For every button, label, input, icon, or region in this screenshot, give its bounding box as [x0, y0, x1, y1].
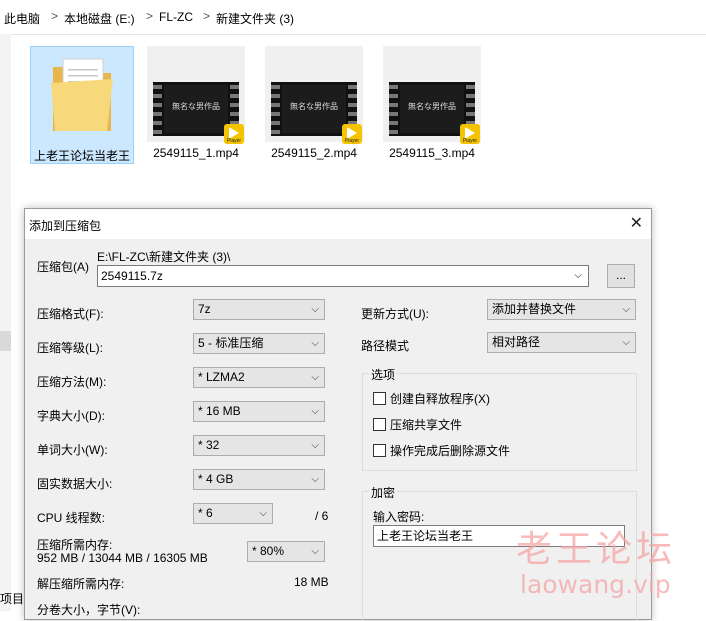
memory-detail: 952 MB / 13044 MB / 16305 MB	[37, 551, 208, 565]
level-label: 压缩等级(L):	[37, 341, 104, 355]
folder-icon	[51, 58, 113, 131]
file-name: 上老王论坛当老王	[33, 149, 130, 163]
shared-files-checkbox-label: 压缩共享文件	[390, 418, 463, 432]
chevron-down-icon: ⌵	[311, 440, 319, 451]
chevron-down-icon: ⌵	[311, 406, 319, 417]
dict-value: * 16 MB	[198, 404, 241, 418]
chevron-down-icon[interactable]: ⌵	[574, 266, 582, 286]
solid-label: 固实数据大小:	[37, 477, 113, 491]
options-group: 选项 创建自释放程序(X) 压缩共享文件 操作完成后删除源文件	[362, 366, 637, 471]
checkbox-icon	[373, 418, 386, 431]
sfx-checkbox[interactable]: 创建自释放程序(X)	[373, 390, 490, 407]
path-mode-label: 路径模式	[361, 339, 410, 353]
level-select[interactable]: 5 - 标准压缩 ⌵	[193, 333, 325, 354]
update-mode-label: 更新方式(U):	[361, 307, 429, 321]
dict-select[interactable]: * 16 MB ⌵	[193, 401, 325, 422]
memory-usage-select[interactable]: * 80% ⌵	[247, 541, 325, 562]
breadcrumb-separator: >	[203, 9, 211, 23]
threads-label: CPU 线程数:	[37, 511, 106, 525]
memory-usage-value: * 80%	[252, 544, 285, 558]
chevron-down-icon: ⌵	[622, 337, 630, 348]
method-value: * LZMA2	[198, 370, 245, 384]
update-mode-select[interactable]: 添加并替换文件 ⌵	[487, 299, 636, 320]
word-select[interactable]: * 32 ⌵	[193, 435, 325, 456]
password-label: 输入密码:	[373, 510, 425, 524]
chevron-down-icon: ⌵	[622, 304, 630, 315]
threads-total: / 6	[315, 509, 329, 523]
breadcrumb-drive-e[interactable]: 本地磁盘 (E:)	[64, 10, 135, 27]
update-mode-value: 添加并替换文件	[492, 302, 577, 316]
archive-name-input[interactable]: 2549115.7z ⌵	[97, 265, 589, 287]
thumbnail-text: 無名な男作品	[164, 85, 228, 133]
breadcrumb-separator: >	[51, 9, 59, 23]
thumbnail-text: 無名な男作品	[282, 85, 346, 133]
level-value: 5 - 标准压缩	[198, 336, 264, 350]
badge-text: Player	[344, 138, 360, 144]
watermark-url: laowang.vip	[520, 570, 671, 599]
archive-label: 压缩包(A)	[37, 260, 89, 274]
video-thumbnail: 無名な男作品 Player	[265, 46, 363, 144]
sfx-checkbox-label: 创建自释放程序(X)	[390, 392, 490, 406]
checkbox-icon	[373, 444, 386, 457]
chevron-down-icon: ⌵	[311, 372, 319, 383]
dict-label: 字典大小(D):	[37, 409, 105, 423]
address-bar[interactable]: 此电脑 > 本地磁盘 (E:) > FL-ZC > 新建文件夹 (3)	[0, 0, 706, 35]
shared-files-checkbox[interactable]: 压缩共享文件	[373, 416, 462, 433]
badge-text: Player	[226, 138, 242, 144]
options-title: 选项	[369, 366, 398, 383]
path-mode-value: 相对路径	[492, 335, 541, 349]
video-thumbnail: 無名な男作品 Player	[383, 46, 481, 144]
breadcrumb-current-folder[interactable]: 新建文件夹 (3)	[216, 10, 294, 27]
status-bar-items-label: 项目	[0, 592, 25, 606]
format-select[interactable]: 7z ⌵	[193, 299, 325, 320]
archive-name-value: 2549115.7z	[101, 269, 163, 283]
file-name: 2549115_2.mp4	[271, 146, 357, 160]
dialog-title: 添加到压缩包	[29, 219, 102, 233]
split-size-label: 分卷大小，字节(V):	[37, 603, 141, 617]
player-badge-icon: Player	[460, 124, 480, 144]
file-item-video[interactable]: 無名な男作品 Player 2549115_1.mp4	[144, 46, 248, 164]
badge-text: Player	[462, 138, 478, 144]
chevron-down-icon: ⌵	[259, 508, 267, 519]
delete-after-checkbox-label: 操作完成后删除源文件	[390, 444, 511, 458]
thumbnail-text: 無名な男作品	[400, 85, 464, 133]
delete-after-checkbox[interactable]: 操作完成后删除源文件	[373, 442, 510, 459]
word-value: * 32	[198, 438, 220, 452]
player-badge-icon: Player	[224, 124, 244, 144]
breadcrumb-this-pc[interactable]: 此电脑	[4, 10, 40, 27]
browse-button[interactable]: ...	[607, 264, 635, 288]
file-name: 2549115_1.mp4	[153, 146, 239, 160]
encryption-title: 加密	[369, 484, 398, 501]
decompress-memory-value: 18 MB	[294, 575, 329, 589]
watermark-text: 老王论坛	[516, 529, 677, 570]
solid-select[interactable]: * 4 GB ⌵	[193, 469, 325, 490]
format-value: 7z	[198, 302, 211, 316]
threads-select[interactable]: * 6 ⌵	[193, 503, 273, 524]
chevron-down-icon: ⌵	[311, 338, 319, 349]
breadcrumb-separator: >	[146, 9, 154, 23]
checkbox-icon	[373, 392, 386, 405]
format-label: 压缩格式(F):	[37, 307, 104, 321]
file-item-video[interactable]: 無名な男作品 Player 2549115_2.mp4	[262, 46, 366, 164]
archive-path: E:\FL-ZC\新建文件夹 (3)\	[97, 250, 231, 264]
chevron-down-icon: ⌵	[311, 546, 319, 557]
method-select[interactable]: * LZMA2 ⌵	[193, 367, 325, 388]
word-label: 单词大小(W):	[37, 443, 108, 457]
chevron-down-icon: ⌵	[311, 304, 319, 315]
navigation-pane-selected-item[interactable]	[0, 331, 11, 351]
solid-value: * 4 GB	[198, 472, 234, 486]
video-thumbnail: 無名な男作品 Player	[147, 46, 245, 144]
file-item-video[interactable]: 無名な男作品 Player 2549115_3.mp4	[380, 46, 484, 164]
file-item-folder[interactable]: 上老王论坛当老王	[30, 46, 134, 164]
close-icon[interactable]: ✕	[630, 213, 643, 233]
breadcrumb-fl-zc[interactable]: FL-ZC	[159, 10, 193, 24]
file-name: 2549115_3.mp4	[389, 146, 475, 160]
chevron-down-icon: ⌵	[311, 474, 319, 485]
player-badge-icon: Player	[342, 124, 362, 144]
threads-value: * 6	[198, 506, 213, 520]
path-mode-select[interactable]: 相对路径 ⌵	[487, 332, 636, 353]
method-label: 压缩方法(M):	[37, 375, 107, 389]
navigation-pane-edge[interactable]	[0, 34, 11, 611]
decompress-memory-label: 解压缩所需内存:	[37, 577, 125, 591]
